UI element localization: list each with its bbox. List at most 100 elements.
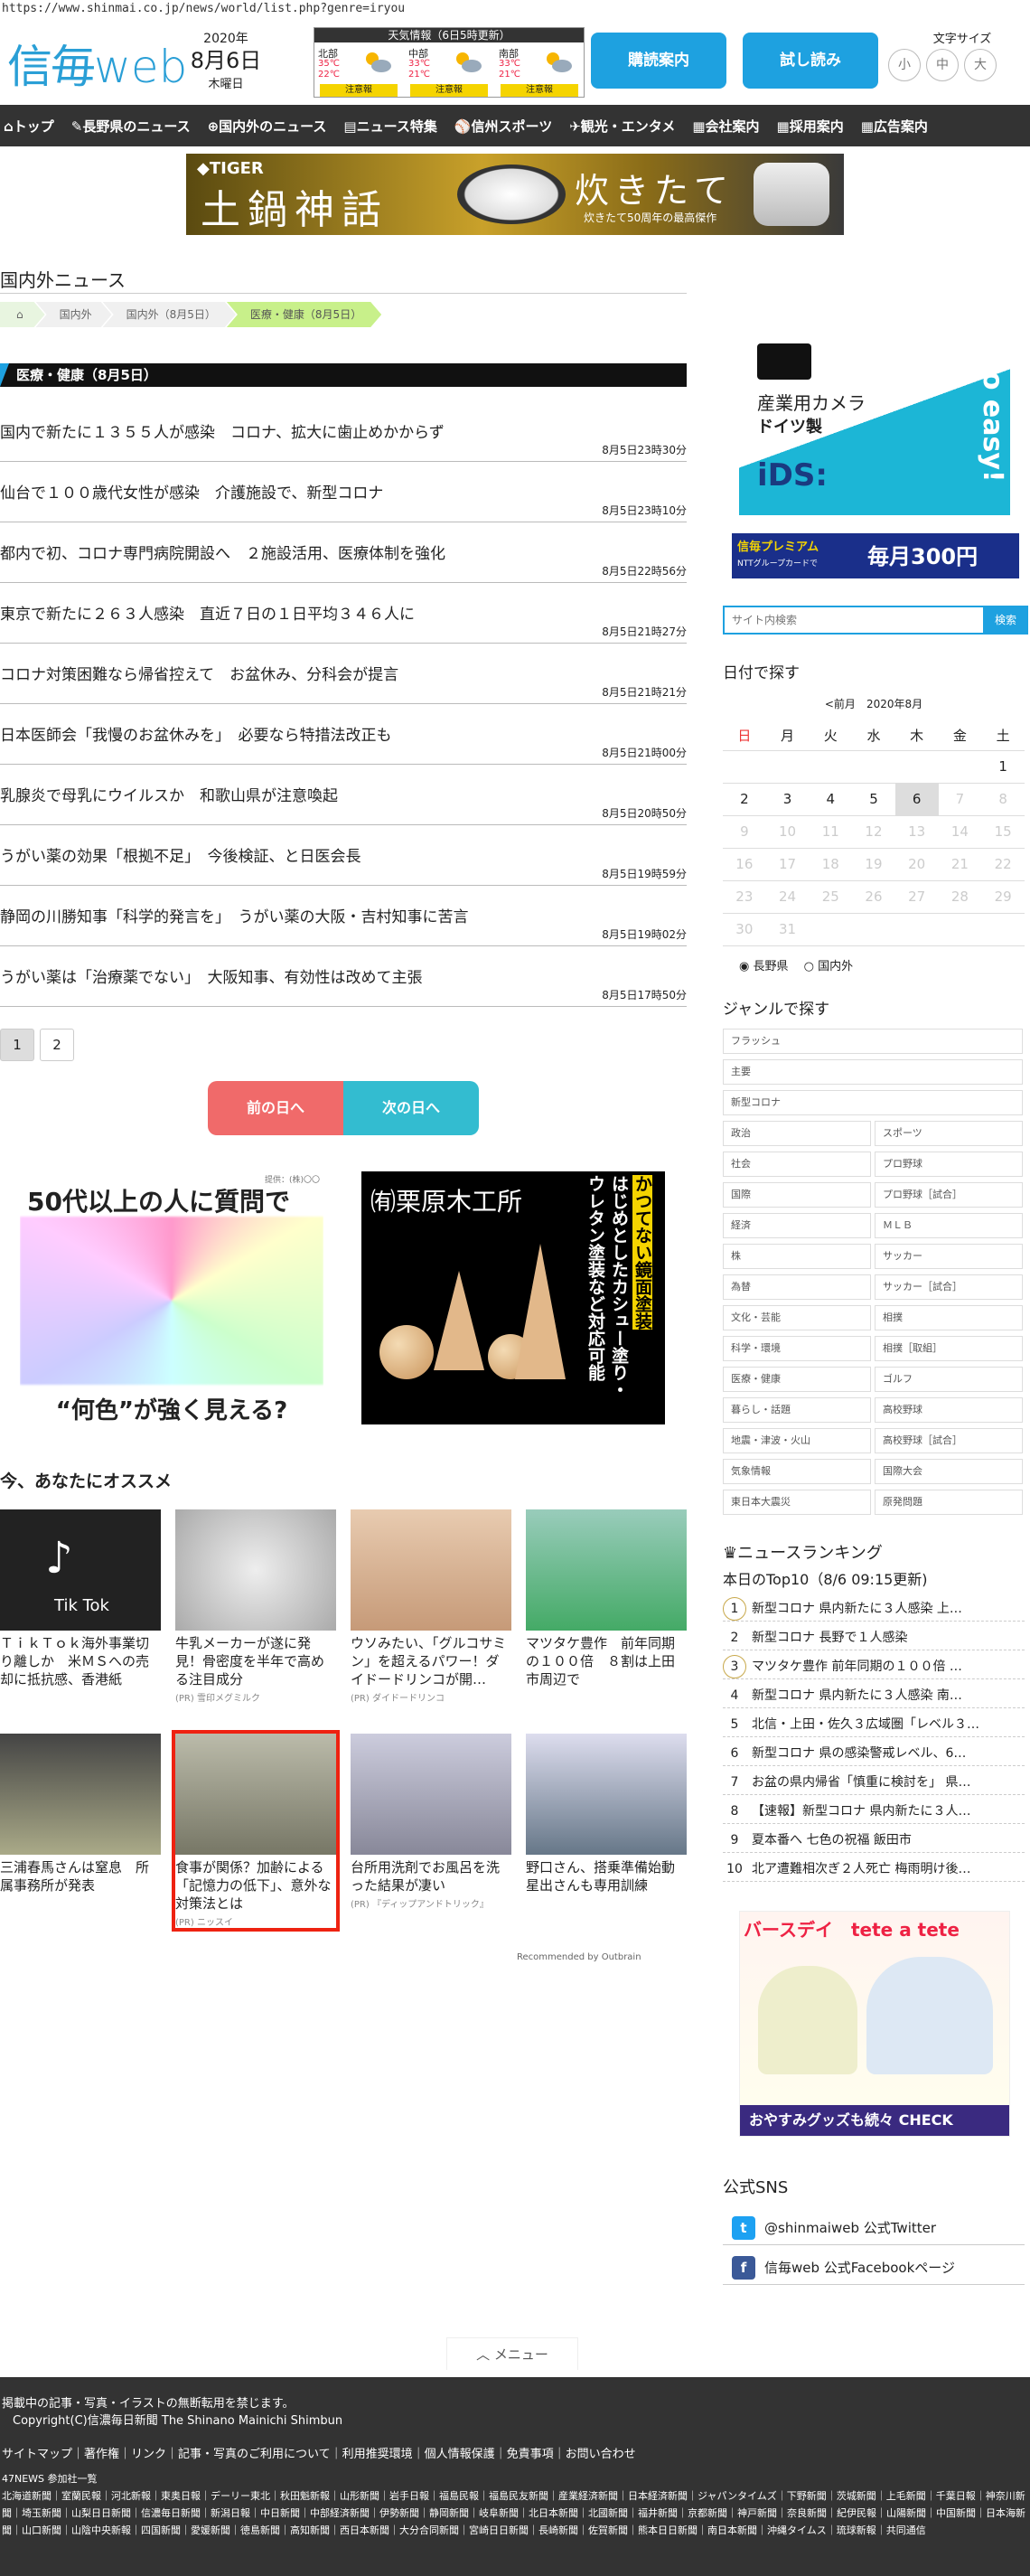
news-title[interactable]: 東京で新たに２６３人感染 直近７日の１日平均３４６人に [0,601,415,624]
genre-sports[interactable]: スポーツ [875,1121,1023,1146]
news-title[interactable]: 乳腺炎で母乳にウイルスか 和歌山県が注意喚起 [0,783,338,805]
news-title[interactable]: 静岡の川勝知事「科学的発言を」 うがい薬の大阪・吉村知事に苦言 [0,904,469,926]
calendar-day[interactable]: 4 [809,783,853,816]
ranking-item[interactable]: 4 新型コロナ 県内新たに３人感染 南… [723,1683,1025,1708]
genre-nuclear[interactable]: 原発問題 [875,1490,1023,1515]
search-input[interactable] [723,606,983,635]
font-medium-button[interactable]: 中 [926,49,959,81]
nav-company[interactable]: ▦会社案内 [692,117,759,136]
calendar-day[interactable]: 3 [765,783,810,816]
prev-day-button[interactable]: 前の日へ [208,1081,343,1135]
outbrain-credit[interactable]: Recommended by Outbrain [517,1952,641,1962]
twitter-link[interactable]: t @shinmaiweb 公式Twitter [723,2211,1025,2245]
page-1-button[interactable]: 1 [0,1029,34,1061]
ad-color-quiz[interactable]: 50代以上の人に質問です! “何色”が強く見える? 提供：(株)〇〇 [20,1173,323,1426]
breadcrumb-world-date[interactable]: 国内外（8月5日） [103,302,236,327]
genre-economy[interactable]: 経済 [723,1213,871,1238]
ranking-item[interactable]: 6 新型コロナ 県の感染警戒レベル、6… [723,1741,1025,1766]
genre-disaster[interactable]: 地震・津波・火山 [723,1428,871,1453]
genre-covid[interactable]: 新型コロナ [723,1090,1023,1115]
genre-baseball[interactable]: プロ野球 [875,1152,1023,1177]
nav-top[interactable]: ⌂トップ [4,117,54,136]
ad-woodwork[interactable]: ㈲栗原木工所 かつてない鏡面塗装 はじめとしたカシュー塗り・ ウレタン塗装など対応可… [361,1171,665,1424]
genre-politics[interactable]: 政治 [723,1121,871,1146]
news-title[interactable]: コロナ対策困難なら帰省控えて お盆休み、分科会が提言 [0,662,398,684]
recommend-card[interactable]: マツタケ豊作 前年同期の１００倍 ８割は上田市周辺で [526,1509,687,1688]
ranking-item[interactable]: 3 マツタケ豊作 前年同期の１００倍 … [723,1654,1025,1679]
calendar-day[interactable]: 1 [981,750,1025,784]
genre-sumo-match[interactable]: 相撲［取組］ [875,1336,1023,1361]
genre-science[interactable]: 科学・環境 [723,1336,871,1361]
ranking-item[interactable]: 10 北ア遭難相次ぎ２人死亡 梅雨明け後… [723,1857,1025,1882]
news-item[interactable]: 乳腺炎で母乳にウイルスか 和歌山県が注意喚起 8月5日20時50分 [0,765,687,825]
genre-sumo[interactable]: 相撲 [875,1305,1023,1330]
papers-list[interactable]: 北海道新聞｜室蘭民報｜河北新報｜東奥日報｜デーリー東北｜秋田魁新報｜山形新聞｜岩… [2,2487,1030,2539]
genre-baseball-game[interactable]: プロ野球［試合］ [875,1182,1023,1208]
nav-recruit[interactable]: ▦採用案内 [777,117,844,136]
genre-main[interactable]: 主要 [723,1059,1023,1085]
trial-button[interactable]: 試し読み [743,33,878,89]
news-item[interactable]: 都内で初、コロナ専門病院開設へ ２施設活用、医療体制を強化 8月5日22時56分 [0,522,687,583]
calendar-day[interactable]: 5 [852,783,895,816]
sidebar-ad-premium[interactable]: 信毎プレミアム NTTグループカードで 毎月300円 [732,533,1019,578]
genre-soccer-game[interactable]: サッカー［試合］ [875,1274,1023,1300]
sidebar-ad-birthday[interactable]: バースデイ tete a tete おやすみグッズも続々 CHECK [739,1911,1010,2137]
recommend-card-highlighted[interactable]: 食事が関係？加齢による「記憶力の低下」、意外な対策法とは (PR) ニッスイ [172,1730,340,1932]
menu-toggle-button[interactable]: ︿ メニュー [446,2337,578,2370]
recommend-card[interactable]: 台所用洗剤でお風呂を洗った結果が凄い (PR) 『ディップアンドトリック』 [351,1734,511,1910]
ranking-item[interactable]: 7 お盆の県内帰省「慎重に検討を」 県… [723,1770,1025,1795]
news-title[interactable]: 国内で新たに１３５５人が感染 コロナ、拡大に歯止めかからず [0,419,445,442]
news-title[interactable]: うがい薬の効果「根拠不足」 今後検証、と日医会長 [0,843,361,866]
recommend-card[interactable]: 三浦春馬さんは窒息 所属事務所が発表 [0,1734,161,1894]
page-2-button[interactable]: 2 [40,1029,74,1061]
prev-month-link[interactable]: <前月 [825,698,856,710]
genre-hs-baseball[interactable]: 高校野球 [875,1397,1023,1423]
calendar-day-today[interactable]: 6 [894,783,939,816]
ranking-item[interactable]: 5 北信・上田・佐久３広域圏「レベル３… [723,1712,1025,1737]
news-title[interactable]: 仙台で１００歳代女性が感染 介護施設で、新型コロナ [0,480,383,503]
facebook-link[interactable]: f 信毎web 公式Facebookページ [723,2251,1025,2285]
sidebar-ad-camera[interactable]: It's so easy! 産業用カメラ ドイツ製 iDS: [739,289,1010,515]
calendar-day[interactable]: 2 [723,783,766,816]
recommend-card[interactable]: 野口さん、搭乗準備始動 星出さんも専用訓練 [526,1734,688,1894]
news-item[interactable]: 日本医師会「我慢のお盆休みを」 必要なら特措法改正も 8月5日21時00分 [0,704,687,765]
subscribe-button[interactable]: 購読案内 [591,33,726,89]
genre-society[interactable]: 社会 [723,1152,871,1177]
genre-intl-games[interactable]: 国際大会 [875,1459,1023,1484]
genre-stocks[interactable]: 株 [723,1244,871,1269]
nav-sports[interactable]: ⚾信州スポーツ [454,117,552,136]
news-title[interactable]: うがい薬は「治療薬でない」 大阪知事、有効性は改めて主張 [0,964,423,987]
genre-forex[interactable]: 為替 [723,1274,871,1300]
radio-nagano[interactable]: ◉ 長野県 [739,960,789,973]
news-item[interactable]: うがい薬の効果「根拠不足」 今後検証、と日医会長 8月5日19時59分 [0,825,687,886]
news-item[interactable]: 静岡の川勝知事「科学的発言を」 うがい薬の大阪・吉村知事に苦言 8月5日19時02… [0,886,687,946]
genre-culture[interactable]: 文化・芸能 [723,1305,871,1330]
nav-features[interactable]: ▤ニュース特集 [343,117,436,136]
news-title[interactable]: 日本医師会「我慢のお盆休みを」 必要なら特措法改正も [0,722,392,745]
footer-links[interactable]: サイトマップ｜著作権｜リンク｜記事・写真のご利用について｜利用推奨環境｜個人情報… [2,2444,1030,2461]
news-title[interactable]: 都内で初、コロナ専門病院開設へ ２施設活用、医療体制を強化 [0,541,445,563]
breadcrumb-home[interactable]: ⌂ [0,302,45,327]
ranking-item[interactable]: 8 【速報】新型コロナ 県内新たに３人… [723,1799,1025,1824]
next-day-button[interactable]: 次の日へ [343,1081,479,1135]
ranking-item[interactable]: 1 新型コロナ 県内新たに３人感染 上… [723,1596,1025,1622]
news-item[interactable]: うがい薬は「治療薬でない」 大阪知事、有効性は改めて主張 8月5日17時50分 [0,946,687,1007]
search-button[interactable]: 検索 [983,606,1028,635]
genre-mlb[interactable]: ＭＬＢ [875,1213,1023,1238]
genre-life[interactable]: 暮らし・話題 [723,1397,871,1423]
recommend-card[interactable]: 牛乳メーカーが遂に発見！骨密度を半年で高める注目成分 (PR) 雪印メグミルク [175,1509,336,1704]
ranking-item[interactable]: 9 夏本番へ 七色の祝福 飯田市 [723,1828,1025,1853]
font-large-button[interactable]: 大 [964,49,997,81]
radio-world[interactable]: ○ 国内外 [804,960,854,973]
genre-intl[interactable]: 国際 [723,1182,871,1208]
font-small-button[interactable]: 小 [888,49,921,81]
genre-hs-baseball-game[interactable]: 高校野球［試合］ [875,1428,1023,1453]
nav-ads[interactable]: ▦広告案内 [861,117,928,136]
nav-world-news[interactable]: ⊕国内外のニュース [208,117,327,136]
news-item[interactable]: コロナ対策困難なら帰省控えて お盆休み、分科会が提言 8月5日21時21分 [0,644,687,704]
site-logo[interactable]: 信毎web [7,31,187,96]
recommend-card[interactable]: ♪ Tik Tok ＴｉｋＴｏｋ海外事業切り離しか 米ＭＳへの売却に抵抗感、香港紙 [0,1509,161,1688]
genre-flash[interactable]: フラッシュ [723,1029,1023,1054]
news-item[interactable]: 国内で新たに１３５５人が感染 コロナ、拡大に歯止めかからず 8月5日23時30分 [0,401,687,462]
top-banner-ad[interactable]: ◆TIGER 土鍋神話 炊きたて 炊きたて50周年の最高傑作 [186,154,844,235]
